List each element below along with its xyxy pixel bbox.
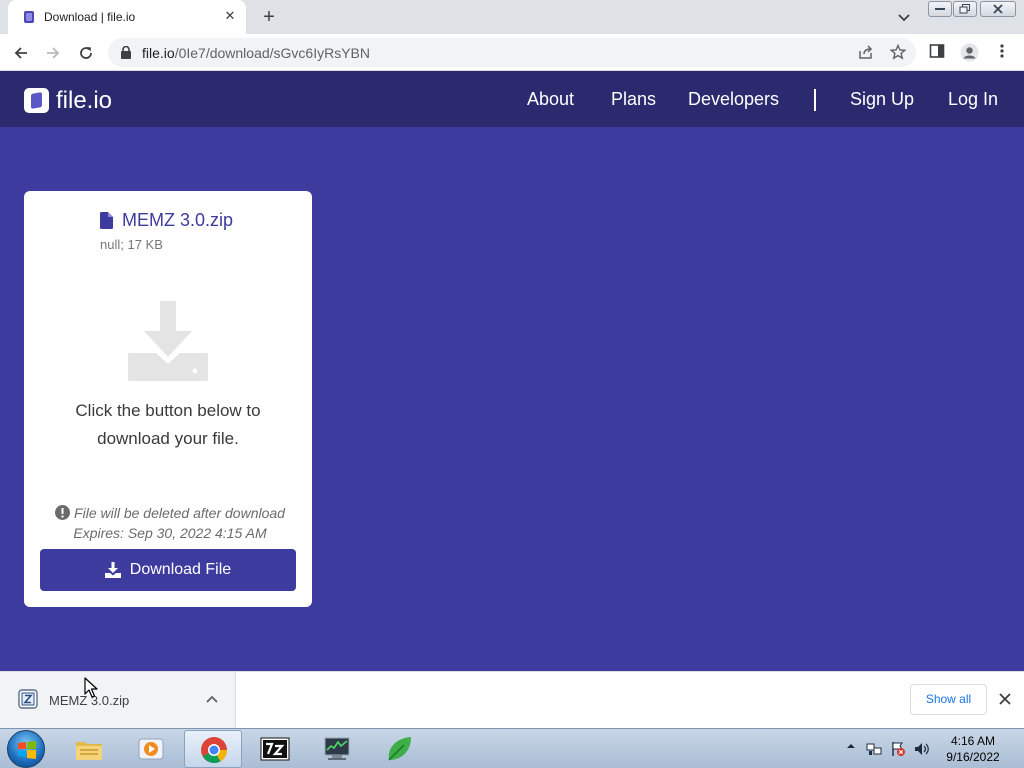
nav-divider: [814, 89, 816, 111]
show-hidden-icons-icon[interactable]: [846, 741, 856, 751]
reload-icon: [80, 47, 92, 59]
system-clock[interactable]: 4:16 AM 9/16/2022: [940, 733, 1006, 765]
chrome-icon: [201, 737, 228, 764]
leaf-icon: [388, 737, 411, 761]
tab-close-icon[interactable]: ✕: [222, 8, 238, 24]
download-file-button-label: Download File: [129, 561, 232, 578]
forward-arrow-icon: [47, 47, 60, 59]
browser-tab[interactable]: Download | file.io ✕: [8, 0, 246, 34]
mouse-cursor-icon: [84, 677, 98, 698]
close-shelf-icon[interactable]: [998, 692, 1012, 706]
taskbar-media-player[interactable]: [122, 730, 180, 768]
window-close-button[interactable]: [980, 1, 1016, 17]
volume-icon[interactable]: [914, 741, 930, 757]
file-io-logo-icon: [24, 88, 49, 113]
info-icon: [55, 505, 71, 520]
forward-button[interactable]: [42, 42, 64, 64]
taskbar-7zip[interactable]: [246, 730, 304, 768]
tab-title: Download | file.io: [44, 10, 136, 24]
browser-tab-strip: Download | file.io ✕ +: [0, 0, 1024, 34]
clock-time: 4:16 AM: [950, 734, 996, 748]
window-minimize-button[interactable]: [928, 1, 952, 17]
download-shelf: MEMZ 3.0.zip Show all: [0, 671, 1024, 728]
show-all-button[interactable]: Show all: [910, 684, 987, 715]
download-tray-icon: [128, 301, 208, 381]
back-arrow-icon: [14, 47, 27, 59]
nav-plans[interactable]: Plans: [611, 89, 656, 110]
url-text: file.io/0Ie7/download/sGvc6IyRsYBN: [142, 45, 370, 61]
zip-archive-icon: [18, 689, 38, 709]
site-header: file.io About Plans Developers Sign Up L…: [0, 71, 1024, 127]
logo-text: file.io: [56, 87, 113, 114]
reload-button[interactable]: [75, 42, 97, 64]
file-icon: [100, 212, 113, 229]
download-icon: [104, 562, 121, 578]
expiry-notice: File will be deleted after download Expi…: [42, 503, 298, 543]
download-card: MEMZ 3.0.zip null; 17 KB Click the butto…: [24, 191, 312, 607]
windows-logo-icon: [18, 741, 36, 759]
back-button[interactable]: [10, 42, 32, 64]
url-path: /0Ie7/download/sGvc6IyRsYBN: [174, 45, 371, 61]
taskbar-chrome[interactable]: [184, 730, 242, 768]
side-panel-icon[interactable]: [929, 43, 945, 59]
taskbar-task-manager[interactable]: [308, 730, 366, 768]
new-tab-button[interactable]: +: [258, 6, 280, 28]
download-item[interactable]: MEMZ 3.0.zip: [0, 672, 236, 728]
download-file-button[interactable]: Download File: [40, 549, 296, 591]
taskbar-leaf-app[interactable]: [370, 730, 428, 768]
file-io-favicon-icon: [24, 11, 34, 23]
clock-date: 9/16/2022: [946, 750, 1000, 764]
nav-about[interactable]: About: [527, 89, 574, 110]
network-icon[interactable]: [866, 741, 882, 757]
url-host: file.io: [142, 45, 175, 61]
download-instructions: Click the button below to download your …: [75, 401, 261, 448]
profile-avatar-icon[interactable]: [960, 43, 979, 62]
address-bar[interactable]: file.io/0Ie7/download/sGvc6IyRsYBN: [108, 38, 916, 67]
expires-text: Expires: Sep 30, 2022 4:15 AM: [73, 525, 267, 541]
7zip-icon: [260, 737, 290, 761]
nav-developers[interactable]: Developers: [688, 89, 779, 110]
action-center-flag-icon[interactable]: [890, 741, 906, 757]
more-menu-icon[interactable]: [998, 43, 1006, 59]
nav-sign-up[interactable]: Sign Up: [850, 89, 914, 110]
lock-icon: [121, 46, 131, 59]
file-name: MEMZ 3.0.zip: [122, 210, 234, 230]
file-meta: null; 17 KB: [100, 237, 163, 252]
windows-taskbar: 4:16 AM 9/16/2022: [0, 728, 1024, 768]
start-button[interactable]: [7, 730, 45, 768]
tab-search-chevron-icon[interactable]: [896, 9, 912, 25]
explorer-icon: [76, 742, 102, 760]
window-restore-button[interactable]: [953, 1, 977, 17]
media-player-icon: [138, 738, 164, 760]
share-icon[interactable]: [858, 44, 874, 60]
task-manager-icon: [324, 737, 350, 760]
chevron-up-icon[interactable]: [205, 694, 219, 704]
bookmark-star-icon[interactable]: [890, 44, 906, 60]
delete-after-download-text: File will be deleted after download: [74, 505, 285, 521]
taskbar-explorer[interactable]: [60, 730, 118, 768]
browser-toolbar: file.io/0Ie7/download/sGvc6IyRsYBN: [0, 34, 1024, 71]
nav-log-in[interactable]: Log In: [948, 89, 998, 110]
